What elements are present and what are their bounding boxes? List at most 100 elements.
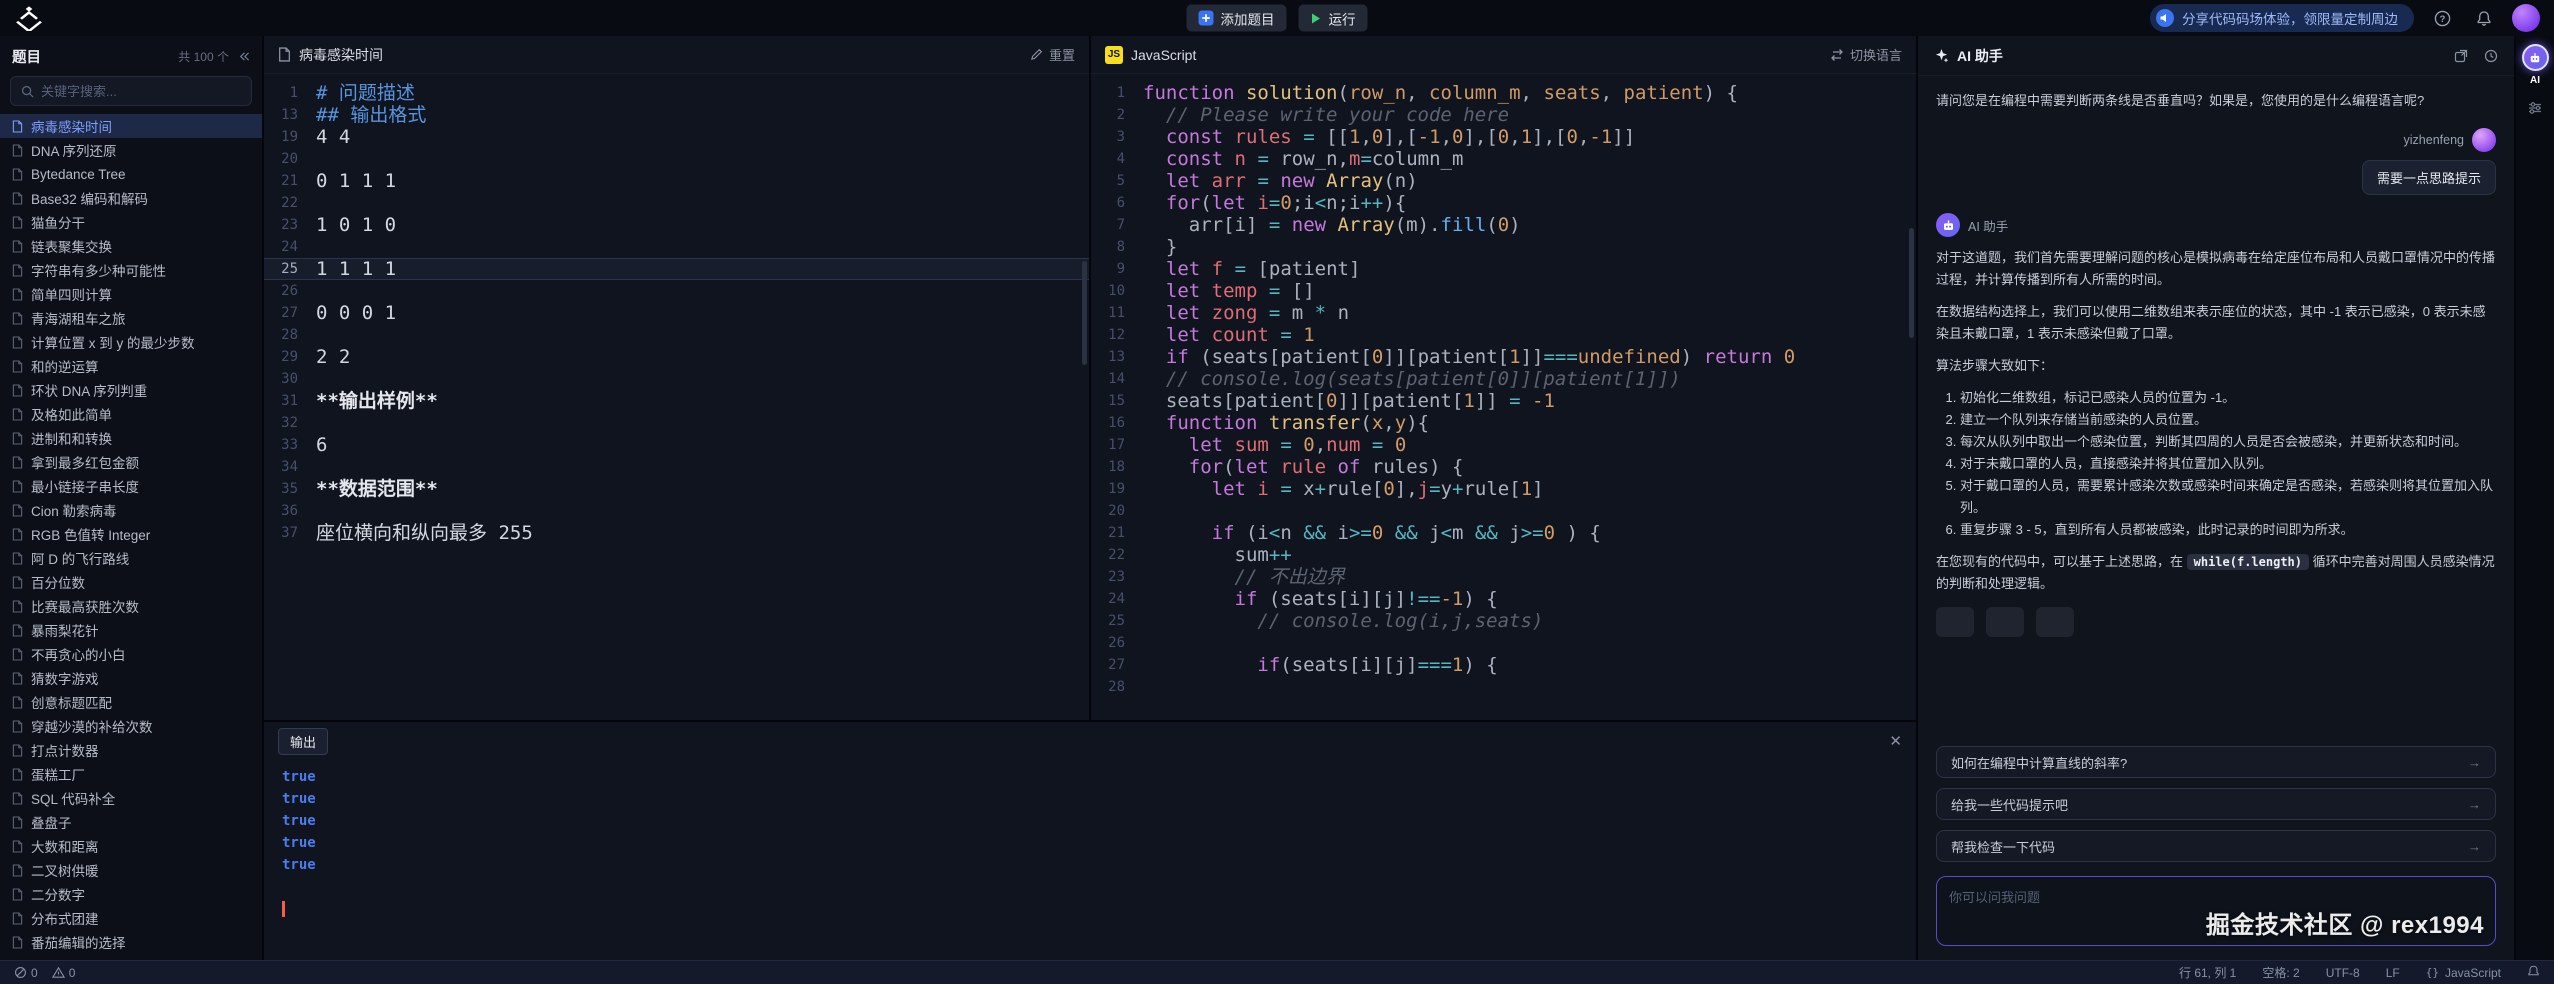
- code-line[interactable]: 28: [1091, 676, 1916, 698]
- sidebar-item-problem[interactable]: RGB 色值转 Integer: [0, 522, 262, 546]
- suggested-question-chip[interactable]: 给我一些代码提示吧→: [1936, 788, 2496, 820]
- sidebar-item-problem[interactable]: 创意标题匹配: [0, 690, 262, 714]
- sidebar-item-problem[interactable]: 大数和距离: [0, 834, 262, 858]
- code-line[interactable]: 25 // console.log(i,j,seats): [1091, 610, 1916, 632]
- code-line[interactable]: 1function solution(row_n, column_m, seat…: [1091, 82, 1916, 104]
- scrollbar-thumb[interactable]: [1909, 228, 1914, 338]
- ai-input-box[interactable]: [1936, 876, 2496, 946]
- markdown-line[interactable]: 1# 问题描述: [264, 82, 1089, 104]
- search-box[interactable]: [10, 76, 252, 106]
- sidebar-item-problem[interactable]: 青海湖租车之旅: [0, 306, 262, 330]
- ai-question-input[interactable]: [1937, 877, 2495, 945]
- sidebar-item-problem[interactable]: 分布式团建: [0, 906, 262, 930]
- sidebar-item-problem[interactable]: DNA 序列还原: [0, 138, 262, 162]
- markdown-line[interactable]: 28: [264, 324, 1089, 346]
- sidebar-item-problem[interactable]: Base32 编码和解码: [0, 186, 262, 210]
- suggested-question-chip[interactable]: 帮我检查一下代码→: [1936, 830, 2496, 862]
- code-line[interactable]: 17 let sum = 0,num = 0: [1091, 434, 1916, 456]
- code-line[interactable]: 11 let zong = m * n: [1091, 302, 1916, 324]
- sidebar-item-problem[interactable]: Bytedance Tree: [0, 162, 262, 186]
- markdown-line[interactable]: 292 2: [264, 346, 1089, 368]
- markdown-line[interactable]: 210 1 1 1: [264, 170, 1089, 192]
- search-input[interactable]: [41, 84, 241, 99]
- code-line[interactable]: 26: [1091, 632, 1916, 654]
- sidebar-item-problem[interactable]: 不再贪心的小白: [0, 642, 262, 666]
- sidebar-item-problem[interactable]: 及格如此简单: [0, 402, 262, 426]
- user-avatar[interactable]: [2512, 4, 2540, 32]
- sidebar-item-problem[interactable]: 拿到最多红包金额: [0, 450, 262, 474]
- markdown-line[interactable]: 31**输出样例**: [264, 390, 1089, 412]
- sidebar-item-problem[interactable]: 和的逆运算: [0, 354, 262, 378]
- markdown-line[interactable]: 26: [264, 280, 1089, 302]
- encoding-setting[interactable]: UTF-8: [2326, 966, 2360, 980]
- code-line[interactable]: 27 if(seats[i][j]===1) {: [1091, 654, 1916, 676]
- code-line[interactable]: 7 arr[i] = new Array(m).fill(0): [1091, 214, 1916, 236]
- markdown-line[interactable]: 270 0 0 1: [264, 302, 1089, 324]
- output-console[interactable]: truetruetruetruetrue: [264, 760, 1916, 960]
- sidebar-item-problem[interactable]: 猜数字游戏: [0, 666, 262, 690]
- reset-button[interactable]: 重置: [1030, 45, 1075, 64]
- sidebar-item-problem[interactable]: 猫鱼分干: [0, 210, 262, 234]
- sidebar-item-problem[interactable]: 二叉树供暖: [0, 858, 262, 882]
- sidebar-item-problem[interactable]: 比赛最高获胜次数: [0, 594, 262, 618]
- markdown-line[interactable]: 35**数据范围**: [264, 478, 1089, 500]
- sidebar-item-problem[interactable]: 蛋糕工厂: [0, 762, 262, 786]
- code-line[interactable]: 2 // Please write your code here: [1091, 104, 1916, 126]
- sidebar-item-problem[interactable]: 穿越沙漠的补给次数: [0, 714, 262, 738]
- history-icon[interactable]: [2484, 49, 2498, 63]
- warning-count[interactable]: 0: [52, 966, 76, 980]
- eol-setting[interactable]: LF: [2386, 966, 2400, 980]
- suggested-question-chip[interactable]: 如何在编程中计算直线的斜率?→: [1936, 746, 2496, 778]
- notification-bell-icon[interactable]: [2470, 4, 2498, 32]
- code-line[interactable]: 16 function transfer(x,y){: [1091, 412, 1916, 434]
- sidebar-item-problem[interactable]: 打点计数器: [0, 738, 262, 762]
- share-banner-button[interactable]: 分享代码码场体验，领限量定制周边: [2150, 4, 2414, 32]
- tab-javascript[interactable]: JS JavaScript: [1105, 46, 1196, 64]
- switch-language-button[interactable]: 切换语言: [1830, 45, 1902, 64]
- code-line[interactable]: 4 const n = row_n,m=column_m: [1091, 148, 1916, 170]
- cursor-position[interactable]: 行 61, 列 1: [2179, 964, 2236, 981]
- markdown-line[interactable]: 32: [264, 412, 1089, 434]
- code-line[interactable]: 8 }: [1091, 236, 1916, 258]
- indentation-setting[interactable]: 空格: 2: [2262, 964, 2299, 981]
- code-line[interactable]: 10 let temp = []: [1091, 280, 1916, 302]
- sidebar-item-problem[interactable]: 环状 DNA 序列判重: [0, 378, 262, 402]
- code-line[interactable]: 15 seats[patient[0]][patient[1]] = -1: [1091, 390, 1916, 412]
- markdown-line[interactable]: 22: [264, 192, 1089, 214]
- markdown-line[interactable]: 13## 输出格式: [264, 104, 1089, 126]
- markdown-line[interactable]: 20: [264, 148, 1089, 170]
- sidebar-item-problem[interactable]: Cion 勒索病毒: [0, 498, 262, 522]
- settings-sliders-icon[interactable]: [2527, 100, 2543, 116]
- attachment-placeholder[interactable]: [1986, 607, 2024, 637]
- markdown-editor[interactable]: 1# 问题描述13## 输出格式194 420210 1 1 122231 0 …: [264, 74, 1089, 720]
- sidebar-item-problem[interactable]: 字符串有多少种可能性: [0, 258, 262, 282]
- markdown-line[interactable]: 336: [264, 434, 1089, 456]
- code-line[interactable]: 22 sum++: [1091, 544, 1916, 566]
- code-line[interactable]: 5 let arr = new Array(n): [1091, 170, 1916, 192]
- sidebar-item-problem[interactable]: 简单四则计算: [0, 282, 262, 306]
- tab-output[interactable]: 输出: [278, 728, 328, 755]
- code-line[interactable]: 6 for(let i=0;i<n;i++){: [1091, 192, 1916, 214]
- code-line[interactable]: 24 if (seats[i][j]!==-1) {: [1091, 588, 1916, 610]
- open-in-window-icon[interactable]: [2454, 49, 2468, 63]
- sidebar-item-problem[interactable]: 进制和和转换: [0, 426, 262, 450]
- markdown-line[interactable]: 37座位横向和纵向最多 255: [264, 522, 1089, 544]
- attachment-placeholder[interactable]: [2036, 607, 2074, 637]
- code-editor[interactable]: 1function solution(row_n, column_m, seat…: [1091, 74, 1916, 720]
- code-line[interactable]: 19 let i = x+rule[0],j=y+rule[1]: [1091, 478, 1916, 500]
- code-line[interactable]: 14 // console.log(seats[patient[0]][pati…: [1091, 368, 1916, 390]
- code-line[interactable]: 18 for(let rule of rules) {: [1091, 456, 1916, 478]
- markdown-line[interactable]: 24: [264, 236, 1089, 258]
- code-line[interactable]: 12 let count = 1: [1091, 324, 1916, 346]
- scrollbar-thumb[interactable]: [1082, 261, 1087, 365]
- code-line[interactable]: 21 if (i<n && i>=0 && j<m && j>=0 ) {: [1091, 522, 1916, 544]
- ai-assistant-toggle[interactable]: [2522, 44, 2549, 71]
- close-icon[interactable]: ✕: [1889, 734, 1902, 749]
- sidebar-item-problem[interactable]: 链表聚集交换: [0, 234, 262, 258]
- sidebar-item-problem[interactable]: 百分位数: [0, 570, 262, 594]
- code-line[interactable]: 20: [1091, 500, 1916, 522]
- collapse-sidebar-icon[interactable]: [237, 50, 250, 63]
- sidebar-item-problem[interactable]: 计算位置 x 到 y 的最少步数: [0, 330, 262, 354]
- attachment-placeholder[interactable]: [1936, 607, 1974, 637]
- sidebar-item-problem[interactable]: 二分数字: [0, 882, 262, 906]
